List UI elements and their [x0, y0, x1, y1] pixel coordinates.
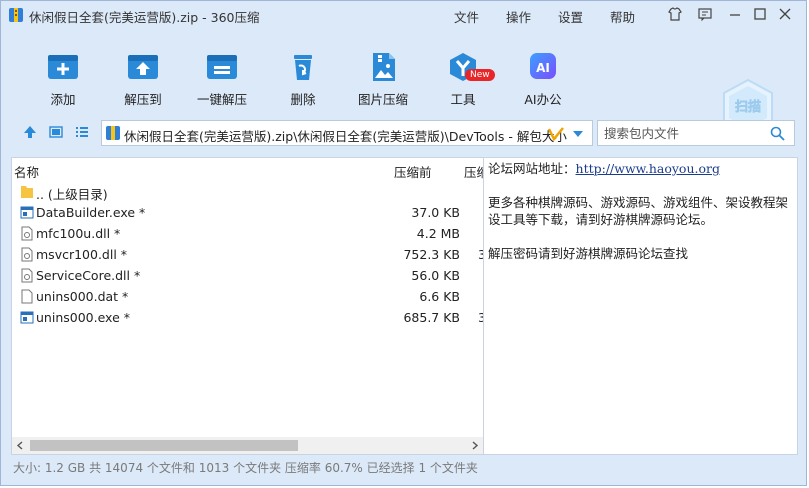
file-list-pane: 名称 压缩前 压缩 .. (上级目录) DataBuilder.exe * 37… — [11, 157, 484, 455]
ai-office-button[interactable]: AI AI办公 — [508, 51, 578, 108]
file-row[interactable]: DataBuilder.exe * 37.0 KB — [12, 202, 483, 223]
image-compress-label: 图片压缩 — [357, 92, 408, 107]
chevron-down-icon[interactable] — [572, 130, 584, 138]
skin-icon[interactable] — [667, 6, 683, 22]
tools-label: 工具 — [450, 92, 476, 107]
file-name: mfc100u.dll * — [36, 226, 121, 241]
scroll-right-icon[interactable] — [471, 441, 479, 450]
delete-icon — [294, 55, 312, 80]
address-bar[interactable]: 休闲假日全套(完美运营版).zip\休闲假日全套(完美运营版)\DevTools… — [101, 120, 593, 146]
file-name: DataBuilder.exe * — [36, 205, 146, 220]
image-compress-icon — [373, 53, 395, 81]
up-arrow-icon[interactable] — [23, 125, 37, 139]
file-row[interactable]: unins000.exe * 685.7 KB 3 — [12, 307, 483, 328]
one-click-extract-button[interactable]: 一键解压 — [187, 51, 257, 108]
minimize-icon[interactable] — [727, 6, 743, 22]
menu-help[interactable]: 帮助 — [610, 7, 635, 26]
menu-operation[interactable]: 操作 — [506, 7, 531, 26]
column-header-compressed-size[interactable]: 压缩 — [464, 162, 483, 181]
add-label: 添加 — [50, 92, 76, 107]
site-link[interactable]: http://www.haoyou.org — [576, 161, 720, 176]
toolbar: 添加 解压到 一键解压 删除 图片压缩 工具 New AI AI办公 扫描 — [1, 29, 808, 136]
file-name: msvcr100.dll * — [36, 247, 128, 262]
delete-label: 删除 — [290, 92, 316, 107]
maximize-icon[interactable] — [752, 6, 768, 22]
dll-file-icon — [21, 247, 33, 262]
exe-file-icon — [20, 206, 34, 219]
file-row[interactable]: unins000.dat * 6.6 KB — [12, 286, 483, 307]
window-title: 休闲假日全套(完美运营版).zip - 360压缩 — [29, 10, 260, 25]
zip-file-icon — [9, 8, 23, 22]
close-icon[interactable] — [777, 6, 793, 22]
thumbnail-view-icon[interactable] — [49, 125, 63, 139]
file-name: unins000.exe * — [36, 310, 130, 325]
list-view-icon[interactable] — [75, 125, 89, 139]
info-paragraph: 更多各种棋牌源码、游戏源码、游戏组件、架设教程架设工具等下载，请到好游棋牌源码论… — [488, 195, 789, 227]
zip-file-icon — [106, 126, 120, 140]
ai-office-icon: AI — [530, 53, 556, 79]
search-icon[interactable] — [770, 126, 785, 141]
image-compress-button[interactable]: 图片压缩 — [348, 51, 418, 108]
file-size: 37.0 KB — [411, 205, 460, 220]
extract-to-icon — [128, 55, 158, 79]
add-icon — [48, 55, 78, 79]
folder-icon — [21, 186, 33, 198]
file-size: 56.0 KB — [411, 268, 460, 283]
scrollbar-thumb[interactable] — [30, 440, 298, 451]
info-paragraph: 解压密码请到好游棋牌源码论坛查找 — [488, 246, 689, 261]
file-name: .. (上级目录) — [36, 187, 108, 202]
search-input[interactable] — [602, 125, 766, 142]
menu-file[interactable]: 文件 — [454, 7, 479, 26]
one-click-extract-label: 一键解压 — [196, 92, 247, 107]
file-name: ServiceCore.dll * — [36, 268, 141, 283]
dll-file-icon — [21, 226, 33, 241]
column-header-original-size[interactable]: 压缩前 — [394, 162, 432, 181]
file-row-parent-dir[interactable]: .. (上级目录) — [12, 181, 483, 202]
menu-settings[interactable]: 设置 — [558, 7, 583, 26]
file-size: 752.3 KB — [403, 247, 460, 262]
exe-file-icon — [20, 311, 34, 324]
column-header-name[interactable]: 名称 — [14, 162, 39, 181]
file-size: 4.2 MB — [416, 226, 460, 241]
extract-to-button[interactable]: 解压到 — [108, 51, 178, 108]
file-size: 685.7 KB — [403, 310, 460, 325]
file-icon — [21, 289, 33, 304]
vip-check-icon — [548, 127, 564, 141]
site-line: 论坛网站地址：http://www.haoyou.org — [488, 160, 793, 177]
file-size: 6.6 KB — [419, 289, 460, 304]
status-bar: 大小: 1.2 GB 共 14074 个文件和 1013 个文件夹 压缩率 60… — [13, 461, 478, 475]
ai-office-label: AI办公 — [524, 92, 562, 107]
file-row[interactable]: msvcr100.dll * 752.3 KB 3 — [12, 244, 483, 265]
svg-text:AI: AI — [536, 61, 550, 75]
horizontal-scrollbar[interactable] — [12, 437, 483, 454]
file-row[interactable]: ServiceCore.dll * 56.0 KB — [12, 265, 483, 286]
file-name: unins000.dat * — [36, 289, 129, 304]
feedback-icon[interactable] — [697, 6, 713, 22]
new-badge: New — [465, 69, 495, 81]
app-window: 休闲假日全套(完美运营版).zip - 360压缩 文件 操作 设置 帮助 添加… — [0, 0, 807, 486]
file-row[interactable]: mfc100u.dll * 4.2 MB — [12, 223, 483, 244]
address-row: 休闲假日全套(完美运营版).zip\休闲假日全套(完美运营版)\DevTools… — [1, 118, 808, 148]
site-label: 论坛网站地址： — [488, 161, 576, 176]
title-bar: 休闲假日全套(完美运营版).zip - 360压缩 文件 操作 设置 帮助 — [1, 1, 808, 29]
add-button[interactable]: 添加 — [28, 51, 98, 108]
search-box — [597, 120, 795, 146]
one-click-extract-icon — [207, 55, 237, 79]
scroll-left-icon[interactable] — [16, 441, 24, 450]
delete-button[interactable]: 删除 — [268, 51, 338, 108]
extract-to-label: 解压到 — [124, 92, 162, 107]
address-path: 休闲假日全套(完美运营版).zip\休闲假日全套(完美运营版)\DevTools… — [124, 129, 567, 144]
scan-label: 扫描 — [735, 99, 761, 115]
comment-pane: 论坛网站地址：http://www.haoyou.org 更多各种棋牌源码、游戏… — [484, 157, 798, 455]
dll-file-icon — [21, 268, 33, 283]
